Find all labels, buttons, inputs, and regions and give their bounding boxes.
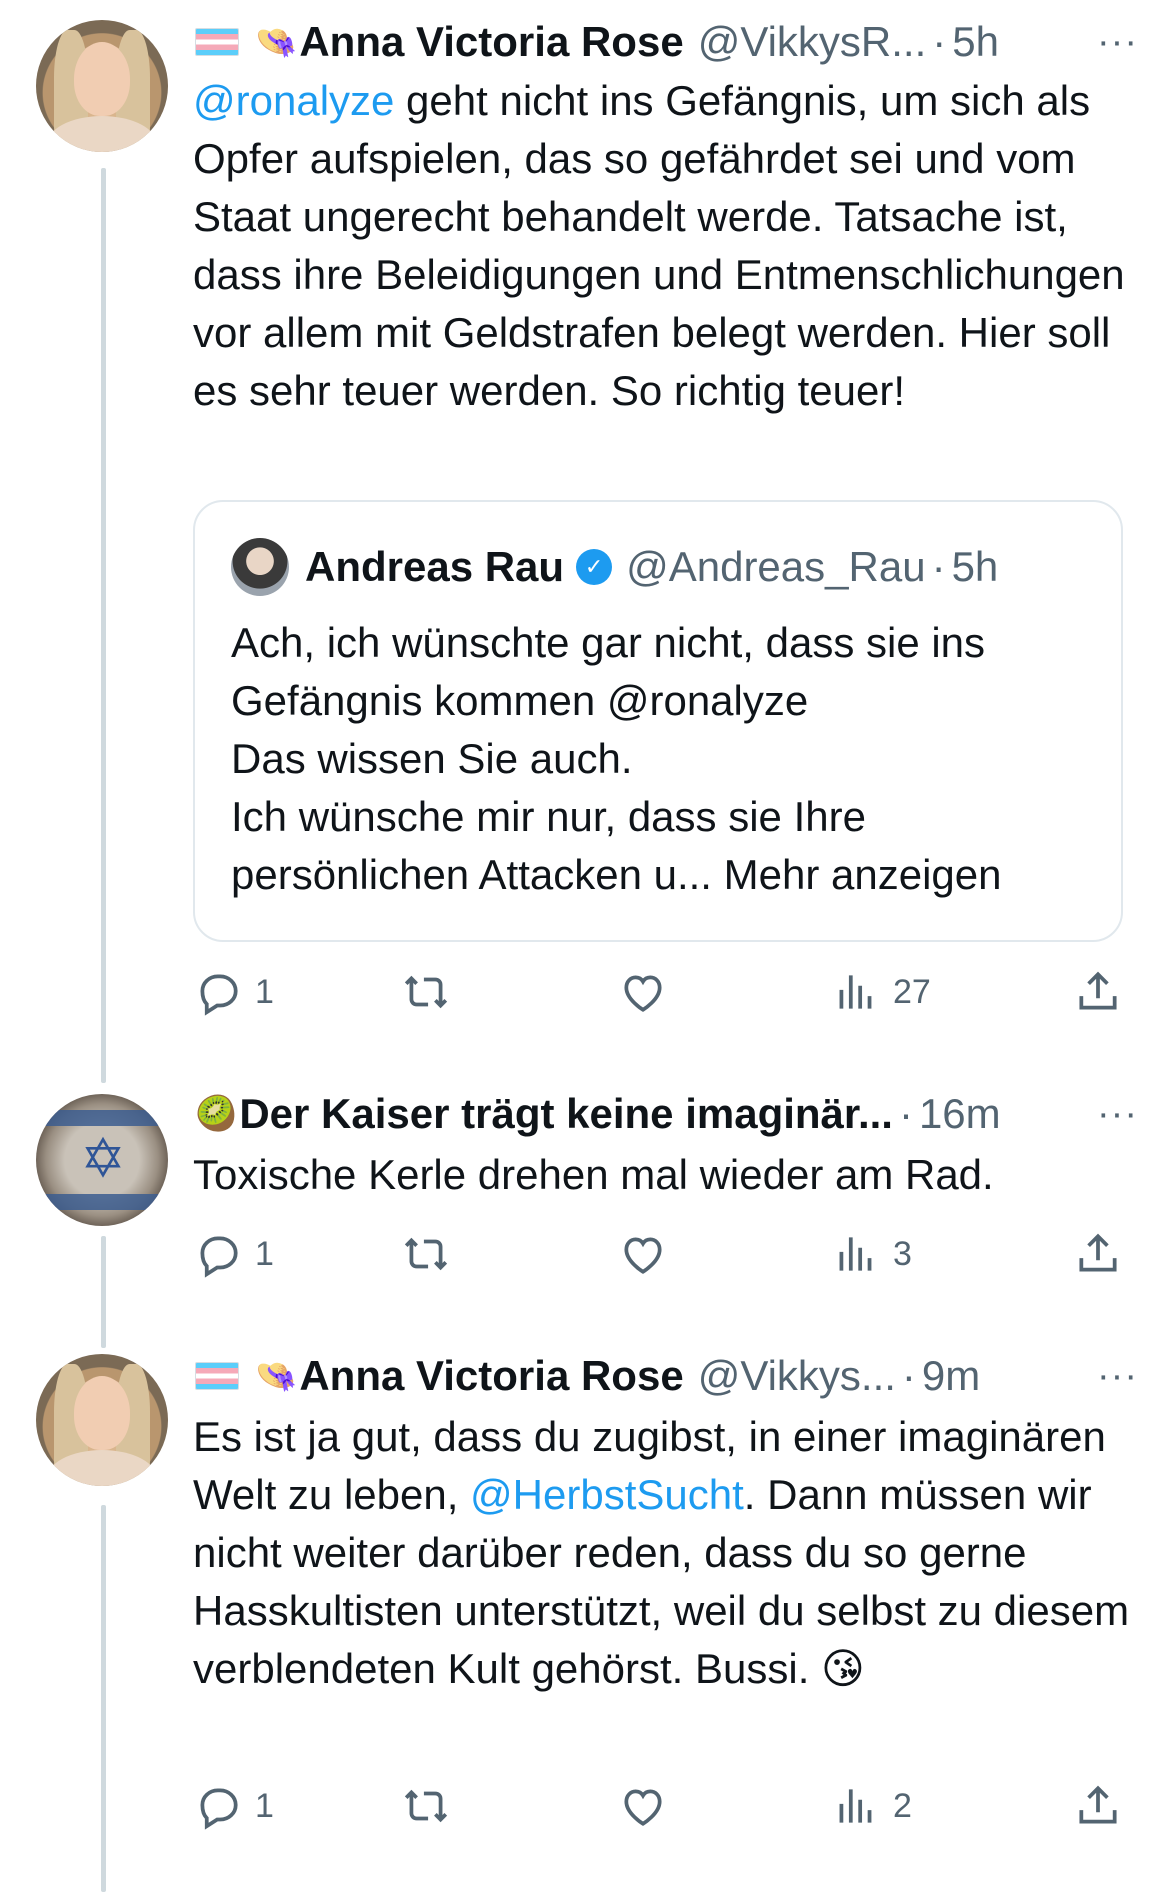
- separator-dot: ·: [901, 1352, 916, 1399]
- avatar[interactable]: ✡: [36, 1094, 168, 1226]
- tweet[interactable]: 👒 Anna Victoria Rose @Vikkys... · 9m ···…: [0, 1330, 1170, 1892]
- like-button[interactable]: [618, 964, 668, 1020]
- more-options-icon[interactable]: ···: [1097, 1086, 1138, 1142]
- tweet-text: Es ist ja gut, dass du zugibst, in einer…: [193, 1408, 1146, 1698]
- action-bar: 1 3: [193, 1226, 1123, 1282]
- quote-header: Andreas Rau ✓ @Andreas_Rau · 5h: [305, 538, 998, 596]
- timestamp[interactable]: 5h: [952, 18, 999, 66]
- quoted-tweet[interactable]: Andreas Rau ✓ @Andreas_Rau · 5h Ach, ich…: [193, 500, 1123, 942]
- share-button[interactable]: [1073, 964, 1123, 1020]
- tweet-header: 🥝 Der Kaiser trägt keine imaginär... · 1…: [195, 1086, 1001, 1142]
- heart-icon: [624, 1237, 662, 1274]
- timestamp[interactable]: 9m: [922, 1352, 980, 1400]
- mention-link[interactable]: @ronalyze: [193, 77, 394, 124]
- tweet[interactable]: ✡ 🥝 Der Kaiser trägt keine imaginär... ·…: [0, 1060, 1170, 1330]
- reply-button[interactable]: 1: [193, 1226, 274, 1282]
- views-icon: [839, 1789, 872, 1823]
- quote-author-handle: @Andreas_Rau: [626, 543, 926, 590]
- tweet-header: 👒 Anna Victoria Rose @Vikkys... · 9m: [195, 1348, 980, 1404]
- author-handle[interactable]: @VikkysR...: [698, 18, 927, 66]
- like-button[interactable]: [618, 1226, 668, 1282]
- tweet-text: Toxische Kerle drehen mal wieder am Rad.: [193, 1151, 994, 1198]
- quote-author-name: Andreas Rau: [305, 543, 565, 590]
- action-bar: 1 2: [193, 1778, 1123, 1834]
- author-name[interactable]: Anna Victoria Rose: [299, 1352, 683, 1400]
- quote-line: Ach, ich wünschte gar nicht, dass sie in…: [231, 619, 986, 666]
- quote-line: Gefängnis kommen @ronalyze: [231, 677, 809, 724]
- quote-line: Ich wünsche mir nur, dass sie Ihre: [231, 793, 866, 840]
- more-options-icon[interactable]: ···: [1097, 1348, 1138, 1404]
- views-button[interactable]: 3: [831, 1226, 912, 1282]
- views-button[interactable]: 27: [831, 964, 931, 1020]
- tweet-header: 👒 Anna Victoria Rose @VikkysR... · 5h: [195, 14, 999, 70]
- tweet-text-body: geht nicht ins Gefängnis, um sich als Op…: [193, 77, 1125, 414]
- retweet-icon: [404, 1789, 448, 1823]
- views-icon: [839, 1237, 872, 1271]
- trans-flag-icon: [195, 1362, 239, 1390]
- separator-dot: ·: [932, 18, 947, 65]
- share-button[interactable]: [1073, 1226, 1123, 1282]
- like-button[interactable]: [618, 1778, 668, 1834]
- more-options-icon[interactable]: ···: [1097, 14, 1138, 70]
- author-name[interactable]: Der Kaiser trägt keine imaginär...: [239, 1090, 893, 1138]
- thread: 👒 Anna Victoria Rose @VikkysR... · 5h ··…: [0, 0, 1170, 1892]
- separator-dot: ·: [931, 543, 946, 590]
- trans-flag-icon: [195, 28, 239, 56]
- star-of-david-icon: ✡: [80, 1127, 126, 1190]
- share-icon: [1079, 971, 1117, 1010]
- mention-link[interactable]: @HerbstSucht: [470, 1471, 744, 1518]
- tweet[interactable]: 👒 Anna Victoria Rose @VikkysR... · 5h ··…: [0, 0, 1170, 1060]
- action-bar: 1 27: [193, 964, 1123, 1020]
- avatar[interactable]: [36, 1354, 168, 1486]
- quote-timestamp: 5h: [951, 543, 999, 590]
- reply-count: 1: [255, 1786, 274, 1825]
- share-icon: [1079, 1785, 1117, 1824]
- share-button[interactable]: [1073, 1778, 1123, 1834]
- quote-avatar: [231, 538, 289, 596]
- views-count: 27: [893, 972, 931, 1011]
- hat-emoji-icon: 👒: [255, 1356, 298, 1396]
- retweet-icon: [404, 975, 448, 1009]
- author-name[interactable]: Anna Victoria Rose: [299, 18, 683, 66]
- views-button[interactable]: 2: [831, 1778, 912, 1834]
- views-count: 2: [893, 1786, 912, 1825]
- views-count: 3: [893, 1234, 912, 1273]
- retweet-icon: [404, 1237, 448, 1271]
- reply-button[interactable]: 1: [193, 964, 274, 1020]
- retweet-button[interactable]: [401, 1226, 451, 1282]
- share-icon: [1079, 1233, 1117, 1272]
- heart-icon: [624, 1789, 662, 1826]
- reply-count: 1: [255, 972, 274, 1011]
- heart-icon: [624, 975, 662, 1012]
- retweet-button[interactable]: [401, 964, 451, 1020]
- reply-icon: [200, 1236, 238, 1278]
- quote-line: persönlichen Attacken u... Mehr anzeigen: [231, 851, 1002, 898]
- reply-icon: [200, 1788, 238, 1830]
- verified-badge-icon: ✓: [576, 549, 613, 585]
- reply-button[interactable]: 1: [193, 1778, 274, 1834]
- views-icon: [839, 975, 872, 1009]
- quote-text: Ach, ich wünschte gar nicht, dass sie in…: [231, 614, 1101, 904]
- author-handle[interactable]: @Vikkys...: [698, 1352, 896, 1400]
- retweet-button[interactable]: [401, 1778, 451, 1834]
- timestamp[interactable]: 16m: [919, 1090, 1001, 1138]
- reply-icon: [200, 974, 238, 1016]
- kiwi-emoji-icon: 🥝: [195, 1094, 238, 1134]
- tweet-text: @ronalyze geht nicht ins Gefängnis, um s…: [193, 72, 1146, 420]
- hat-emoji-icon: 👒: [255, 22, 298, 62]
- reply-count: 1: [255, 1234, 274, 1273]
- avatar[interactable]: [36, 20, 168, 152]
- separator-dot: ·: [898, 1090, 913, 1137]
- quote-line: Das wissen Sie auch.: [231, 735, 633, 782]
